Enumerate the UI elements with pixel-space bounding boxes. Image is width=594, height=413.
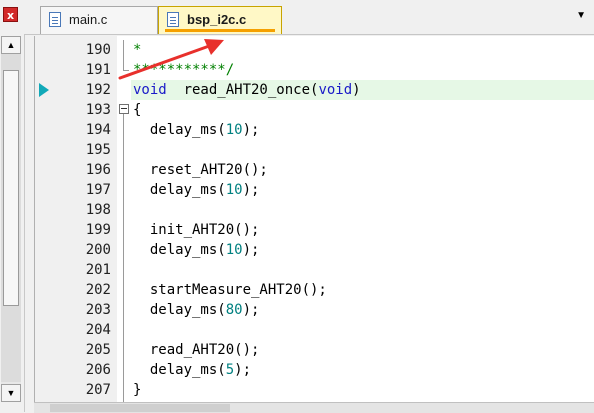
line-number: 190: [85, 42, 111, 58]
code-text[interactable]: delay_ms(10);: [133, 120, 260, 140]
horizontal-scrollbar[interactable]: [34, 402, 594, 413]
code-text[interactable]: delay_ms(10);: [133, 180, 260, 200]
code-text[interactable]: {: [133, 100, 141, 120]
line-number: 201: [85, 262, 111, 278]
code-text[interactable]: delay_ms(10);: [133, 240, 260, 260]
horizontal-scrollbar-thumb[interactable]: [50, 404, 230, 412]
code-line[interactable]: 204: [35, 320, 594, 340]
line-number: 205: [85, 342, 111, 358]
code-line[interactable]: 192 void read_AHT20_once(void): [35, 80, 594, 100]
scroll-down-icon[interactable]: ▼: [1, 384, 21, 402]
code-line[interactable]: 190 *: [35, 40, 594, 60]
code-line[interactable]: 199 init_AHT20();: [35, 220, 594, 240]
line-number: 204: [85, 322, 111, 338]
tab-list-dropdown-icon[interactable]: ▼: [576, 10, 586, 21]
code-text[interactable]: ***********/: [133, 60, 234, 80]
tab-label: main.c: [69, 12, 108, 27]
line-number: 198: [85, 202, 111, 218]
line-number: 191: [85, 62, 111, 78]
fold-guide-line: [123, 40, 124, 70]
code-editor[interactable]: 190 * 191 ***********/ 192 void read_AHT20_on…: [34, 36, 594, 405]
code-line[interactable]: 207}: [35, 380, 594, 400]
code-line[interactable]: 203 delay_ms(80);: [35, 300, 594, 320]
code-line[interactable]: 195: [35, 140, 594, 160]
line-number: 195: [85, 142, 111, 158]
code-text[interactable]: delay_ms(80);: [133, 300, 260, 320]
fold-guide-line: [123, 114, 124, 404]
tab-bar: main.c bsp_i2c.c ▼: [24, 0, 594, 35]
code-line[interactable]: 206 delay_ms(5);: [35, 360, 594, 380]
vertical-scrollbar[interactable]: ▲ ▼: [1, 36, 21, 402]
fold-collapse-icon[interactable]: [119, 104, 129, 114]
line-number: 199: [85, 222, 111, 238]
code-line[interactable]: 193 {: [35, 100, 594, 120]
tab-bsp-i2c-c[interactable]: bsp_i2c.c: [158, 6, 282, 34]
scroll-up-icon[interactable]: ▲: [1, 36, 21, 54]
code-line[interactable]: 202 startMeasure_AHT20();: [35, 280, 594, 300]
tab-label: bsp_i2c.c: [187, 12, 247, 27]
active-tab-underline: [165, 29, 275, 32]
line-number: 207: [85, 382, 111, 398]
line-number: 200: [85, 242, 111, 258]
fold-guide-end: [123, 70, 129, 71]
code-text[interactable]: delay_ms(5);: [133, 360, 251, 380]
file-icon: [167, 12, 179, 27]
code-text[interactable]: }: [133, 380, 141, 400]
code-text[interactable]: init_AHT20();: [133, 220, 260, 240]
code-line[interactable]: 200 delay_ms(10);: [35, 240, 594, 260]
line-number: 197: [85, 182, 111, 198]
code-text[interactable]: reset_AHT20();: [133, 160, 268, 180]
code-text[interactable]: read_AHT20();: [133, 340, 260, 360]
scrollbar-thumb[interactable]: [3, 70, 19, 306]
code-text[interactable]: void read_AHT20_once(void): [133, 80, 361, 100]
line-number: 203: [85, 302, 111, 318]
file-icon: [49, 12, 61, 27]
line-number: 196: [85, 162, 111, 178]
code-line[interactable]: 197 delay_ms(10);: [35, 180, 594, 200]
line-number: 193: [85, 102, 111, 118]
close-icon[interactable]: x: [3, 7, 18, 22]
code-text[interactable]: startMeasure_AHT20();: [133, 280, 327, 300]
code-line[interactable]: 201: [35, 260, 594, 280]
code-lines: 190 * 191 ***********/ 192 void read_AHT20_on…: [35, 40, 594, 405]
line-number: 194: [85, 122, 111, 138]
code-line[interactable]: 191 ***********/: [35, 60, 594, 80]
left-panel: x ▲ ▼: [0, 0, 25, 412]
code-line[interactable]: 205 read_AHT20();: [35, 340, 594, 360]
line-number: 202: [85, 282, 111, 298]
line-number: 206: [85, 362, 111, 378]
scrollbar-track[interactable]: [1, 54, 21, 382]
code-text[interactable]: *: [133, 40, 141, 60]
execution-arrow-icon: [39, 83, 49, 97]
code-line[interactable]: 198: [35, 200, 594, 220]
code-line[interactable]: 196 reset_AHT20();: [35, 160, 594, 180]
tab-main-c[interactable]: main.c: [40, 6, 158, 34]
code-line[interactable]: 194 delay_ms(10);: [35, 120, 594, 140]
line-number: 192: [85, 82, 111, 98]
